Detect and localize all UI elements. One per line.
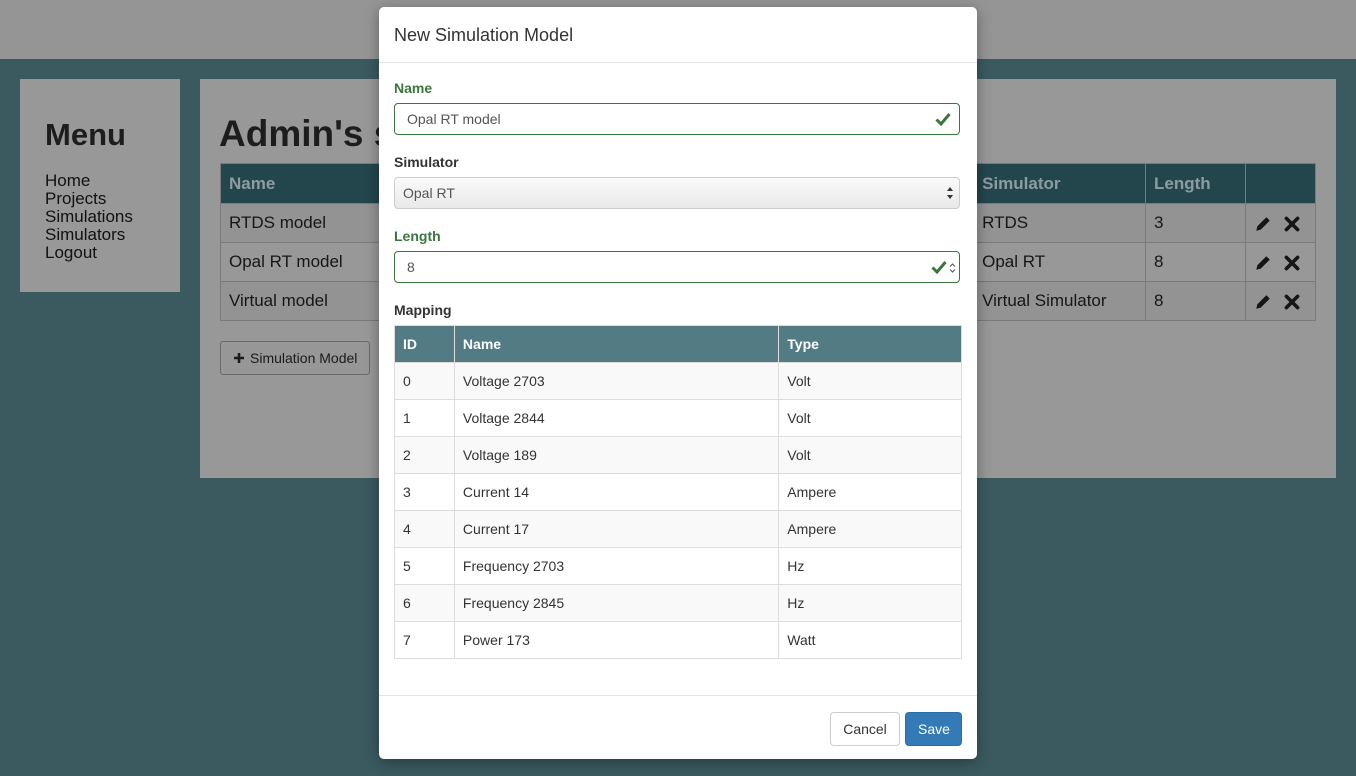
cell-type: Hz <box>778 584 962 622</box>
cell-id: 1 <box>394 399 455 437</box>
table-row: 4 Current 17 Ampere <box>394 510 962 548</box>
cell-length: 8 <box>1145 281 1246 321</box>
mapping-table: ID Name Type 0 Voltage 2703 Volt 1 Volta… <box>394 325 962 659</box>
menu-item-projects[interactable]: Projects <box>45 190 133 208</box>
cell-type: Volt <box>778 399 962 437</box>
cell-length: 8 <box>1145 242 1246 282</box>
table-row: 0 Voltage 2703 Volt <box>394 362 962 400</box>
column-header-simulator[interactable]: Simulator <box>973 163 1147 204</box>
menu-item-logout[interactable]: Logout <box>45 244 133 262</box>
cell-name: Power 173 <box>453 621 780 659</box>
name-input[interactable]: Opal RT model <box>394 103 960 135</box>
modal-title: New Simulation Model <box>394 25 574 45</box>
table-row: 3 Current 14 Ampere <box>394 473 962 511</box>
cell-name: Current 14 <box>453 473 780 511</box>
cell-length: 3 <box>1145 203 1246 243</box>
modal-footer: Cancel Save <box>379 695 977 760</box>
cell-simulator: Opal RT <box>973 242 1147 282</box>
table-row: 1 Voltage 2844 Volt <box>394 399 962 437</box>
add-simulation-model-button[interactable]: Simulation Model <box>220 341 371 375</box>
simulator-select[interactable]: Opal RT <box>394 177 960 209</box>
remove-icon[interactable] <box>1283 215 1301 233</box>
table-row: 7 Power 173 Watt <box>394 621 962 659</box>
table-row: 2 Voltage 189 Volt <box>394 436 962 474</box>
cell-simulator: Virtual Simulator <box>973 281 1147 321</box>
menu-item-simulators[interactable]: Simulators <box>45 226 133 244</box>
menu-list: Home Projects Simulations Simulators Log… <box>45 172 133 262</box>
column-header-id[interactable]: ID <box>394 325 455 363</box>
cell-name: Voltage 2703 <box>453 362 780 400</box>
check-icon <box>935 113 951 126</box>
mapping-header-row: ID Name Type <box>394 325 962 363</box>
length-label: Length <box>394 228 441 244</box>
cell-id: 5 <box>394 547 455 585</box>
cell-id: 3 <box>394 473 455 511</box>
menu-panel: Menu Home Projects Simulations Simulator… <box>20 79 180 292</box>
cancel-button[interactable]: Cancel <box>830 712 900 746</box>
cell-type: Ampere <box>778 510 962 548</box>
column-header-length[interactable]: Length <box>1145 163 1246 204</box>
mapping-label: Mapping <box>394 302 452 318</box>
new-simulation-model-dialog: New Simulation Model Name Opal RT model … <box>379 7 977 759</box>
table-row: 5 Frequency 2703 Hz <box>394 547 962 585</box>
cell-name: Voltage 2844 <box>453 399 780 437</box>
cell-name: Current 17 <box>453 510 780 548</box>
row-actions <box>1244 203 1317 243</box>
row-actions <box>1244 242 1317 282</box>
pencil-icon[interactable] <box>1254 293 1272 311</box>
cell-type: Watt <box>778 621 962 659</box>
name-label: Name <box>394 80 433 96</box>
column-header-actions <box>1244 163 1317 204</box>
column-header-type[interactable]: Type <box>778 325 962 363</box>
length-input-value: 8 <box>407 259 415 275</box>
cell-name: Frequency 2703 <box>453 547 780 585</box>
remove-icon[interactable] <box>1283 254 1301 272</box>
select-arrows-icon <box>947 187 953 199</box>
page-title: Admin's s <box>219 113 395 154</box>
remove-icon[interactable] <box>1283 293 1301 311</box>
simulator-label: Simulator <box>394 154 459 170</box>
row-actions <box>1244 281 1317 321</box>
cell-type: Volt <box>778 362 962 400</box>
cell-name: Frequency 2845 <box>453 584 780 622</box>
cell-id: 0 <box>394 362 455 400</box>
name-input-value: Opal RT model <box>407 111 501 127</box>
save-button[interactable]: Save <box>905 712 962 746</box>
plus-icon <box>234 353 244 363</box>
spinner-icon[interactable] <box>949 262 956 274</box>
cell-type: Hz <box>778 547 962 585</box>
table-row: 6 Frequency 2845 Hz <box>394 584 962 622</box>
add-button-label: Simulation Model <box>250 350 358 366</box>
menu-item-home[interactable]: Home <box>45 172 133 190</box>
menu-item-simulations[interactable]: Simulations <box>45 208 133 226</box>
cell-id: 7 <box>394 621 455 659</box>
cell-id: 2 <box>394 436 455 474</box>
cell-type: Ampere <box>778 473 962 511</box>
check-icon <box>931 261 947 274</box>
cell-type: Volt <box>778 436 962 474</box>
simulator-select-value: Opal RT <box>403 185 455 201</box>
length-input[interactable]: 8 <box>394 251 960 283</box>
column-header-name[interactable]: Name <box>453 325 780 363</box>
cell-id: 6 <box>394 584 455 622</box>
pencil-icon[interactable] <box>1254 254 1272 272</box>
cell-name: Voltage 189 <box>453 436 780 474</box>
menu-title: Menu <box>45 117 126 152</box>
modal-header: New Simulation Model <box>379 7 977 63</box>
cell-simulator: RTDS <box>973 203 1147 243</box>
pencil-icon[interactable] <box>1254 215 1272 233</box>
cell-id: 4 <box>394 510 455 548</box>
